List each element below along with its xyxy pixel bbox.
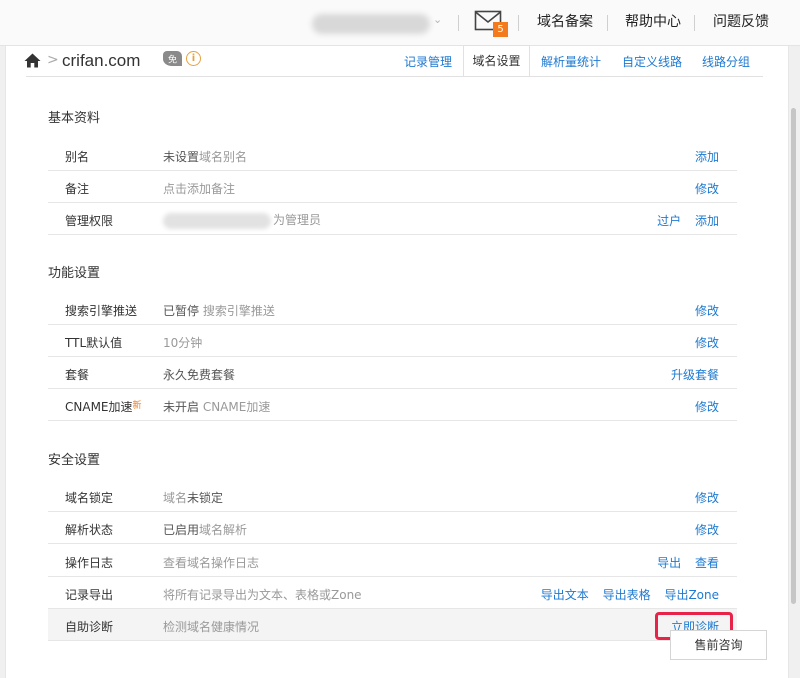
export-table-button[interactable]: 导出表格 [603,588,651,602]
row-value: 已启用域名解析 [163,523,248,537]
admin-account [163,212,271,229]
section-title-basic: 基本资料 [48,111,101,126]
tab-underline [26,76,763,77]
tab-line-groups[interactable]: 线路分组 [702,53,750,70]
divider [518,15,519,31]
setting-row-alias: 别名 未设置域名别名 添加 [48,139,737,171]
edit-search-push-button[interactable]: 修改 [695,304,719,318]
presales-consult-button[interactable]: 售前咨询 [670,630,767,660]
row-value: 为管理员 [163,211,321,229]
row-label: 自助诊断 [65,620,114,634]
add-admin-button[interactable]: 添加 [695,214,719,228]
setting-row-permission: 管理权限 为管理员 过户 添加 [48,203,737,235]
chevron-down-icon[interactable]: ⌄ [433,13,442,26]
divider [694,15,695,31]
row-value: 域名未锁定 [163,491,224,505]
row-label: 别名 [65,150,90,164]
setting-row-resolve-status: 解析状态 已启用域名解析 修改 [48,512,737,544]
setting-row-ttl: TTL默认值 10分钟 修改 [48,325,737,357]
row-label: 备注 [65,182,90,196]
setting-row-operation-log: 操作日志 查看域名操作日志 导出 查看 [48,545,737,577]
scrollbar[interactable] [791,108,796,604]
edit-remark-button[interactable]: 修改 [695,182,719,196]
row-label: 域名锁定 [65,491,114,505]
divider [458,15,459,31]
setting-row-search-push: 搜索引擎推送 已暂停 搜索引擎推送 修改 [48,293,737,325]
edit-cname-button[interactable]: 修改 [695,400,719,414]
top-bar: ⌄ 5 域名备案 帮助中心 问题反馈 [0,0,800,46]
row-label: TTL默认值 [65,336,123,350]
setting-row-record-export: 记录导出 将所有记录导出为文本、表格或Zone 导出文本 导出表格 导出Zone [48,577,737,609]
row-label: 管理权限 [65,214,114,228]
row-value: 未设置域名别名 [163,150,248,164]
account-name[interactable] [312,14,430,34]
svg-text:免: 免 [168,54,177,66]
row-value: 将所有记录导出为文本、表格或Zone [163,588,362,602]
toplink-beian[interactable]: 域名备案 [537,11,593,31]
info-icon[interactable]: i [186,51,201,66]
row-value: 10分钟 [163,336,203,350]
tab-custom-lines[interactable]: 自定义线路 [622,53,682,70]
row-label: 套餐 [65,368,90,382]
tab-record-management[interactable]: 记录管理 [404,53,452,70]
row-value: 检测域名健康情况 [163,620,260,634]
row-value: 未开启 CNAME加速 [163,400,271,414]
row-value: 查看域名操作日志 [163,556,260,570]
export-log-button[interactable]: 导出 [657,556,681,570]
upgrade-plan-button[interactable]: 升级套餐 [671,368,719,382]
setting-row-lock: 域名锁定 域名未锁定 修改 [48,480,737,512]
edit-resolve-status-button[interactable]: 修改 [695,523,719,537]
mail-count-badge: 5 [493,22,508,37]
transfer-button[interactable]: 过户 [657,214,681,228]
tab-domain-settings[interactable]: 域名设置 [463,45,530,77]
setting-row-plan: 套餐 永久免费套餐 升级套餐 [48,357,737,389]
setting-row-self-diagnosis: 自助诊断 检测域名健康情况 立即诊断 [48,609,737,641]
section-title-security: 安全设置 [48,453,101,468]
toplink-feedback[interactable]: 问题反馈 [713,11,769,31]
row-label: CNAME加速新 [65,400,142,414]
setting-row-cname: CNAME加速新 未开启 CNAME加速 修改 [48,389,737,421]
home-icon[interactable] [24,53,41,68]
row-value: 永久免费套餐 [163,368,236,382]
add-alias-button[interactable]: 添加 [695,150,719,164]
export-zone-button[interactable]: 导出Zone [664,588,719,602]
row-label: 操作日志 [65,556,114,570]
view-log-button[interactable]: 查看 [695,556,719,570]
row-label: 解析状态 [65,523,114,537]
free-badge-icon: 免 [163,51,182,66]
toplink-help[interactable]: 帮助中心 [625,11,681,31]
divider [607,15,608,31]
domain-title: crifan.com [62,51,141,70]
row-value: 已暂停 搜索引擎推送 [163,304,275,318]
breadcrumb-separator: > [47,52,59,68]
edit-ttl-button[interactable]: 修改 [695,336,719,350]
tab-resolve-stats[interactable]: 解析量统计 [541,53,601,70]
export-text-button[interactable]: 导出文本 [541,588,589,602]
row-label: 搜索引擎推送 [65,304,138,318]
new-badge: 新 [132,401,142,411]
section-title-feature: 功能设置 [48,266,101,281]
setting-row-remark: 备注 点击添加备注 修改 [48,171,737,203]
row-value[interactable]: 点击添加备注 [163,180,235,197]
row-label: 记录导出 [65,588,114,602]
edit-lock-button[interactable]: 修改 [695,491,719,505]
